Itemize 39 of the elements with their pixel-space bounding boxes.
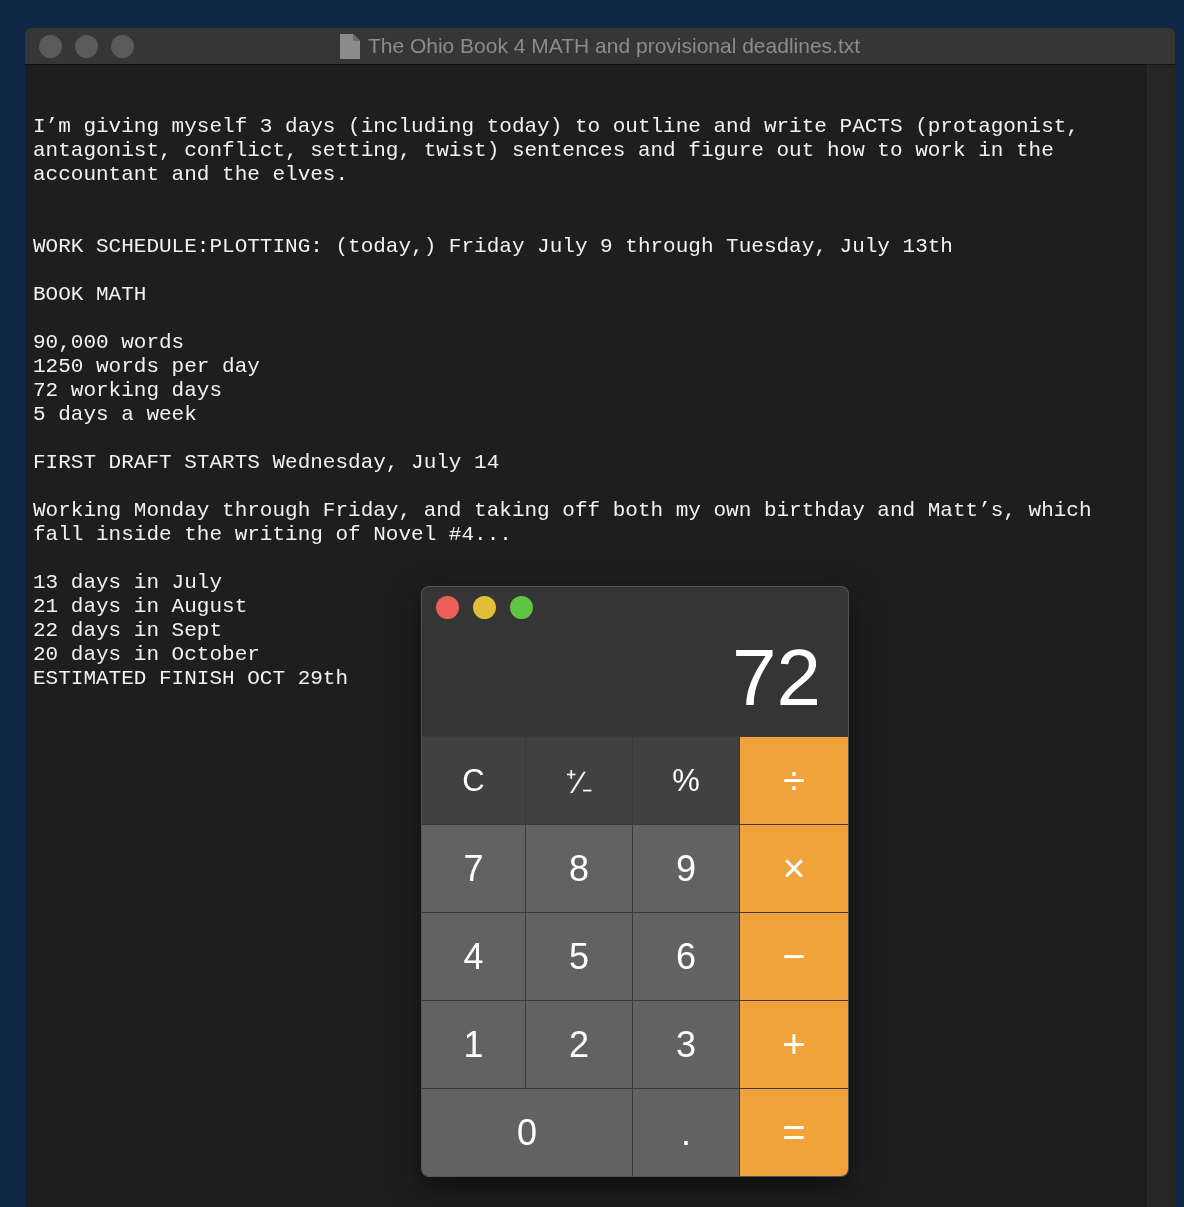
- text-line: 13 days in July: [33, 571, 223, 595]
- function-key[interactable]: C: [422, 737, 525, 824]
- text-line: 90,000 words: [33, 331, 185, 355]
- digit-key[interactable]: 2: [526, 1001, 632, 1088]
- digit-key[interactable]: 4: [422, 913, 525, 1000]
- digit-key[interactable]: 9: [633, 825, 739, 912]
- text-line: 20 days in October: [33, 643, 260, 667]
- text-line: ESTIMATED FINISH OCT 29th: [33, 667, 349, 691]
- document-icon: [339, 33, 360, 59]
- text-line: 5 days a week: [33, 403, 197, 427]
- text-line: 72 working days: [33, 379, 223, 403]
- digit-key[interactable]: .: [633, 1089, 739, 1176]
- scrollbar-track[interactable]: [1147, 65, 1175, 1207]
- text-line: Working Monday through Friday, and taking off both my own birthday and Matt’s, which: [33, 499, 1092, 523]
- text-line: 21 days in August: [33, 595, 248, 619]
- calculator-display: 72: [732, 638, 822, 724]
- text-line: WORK SCHEDULE:PLOTTING: (today,) Friday July 9 through Tuesday, July 13th: [33, 235, 953, 259]
- digit-key[interactable]: 1: [422, 1001, 525, 1088]
- text-line: BOOK MATH: [33, 283, 147, 307]
- digit-key[interactable]: 7: [422, 825, 525, 912]
- text-line: 1250 words per day: [33, 355, 260, 379]
- text-line: 22 days in Sept: [33, 619, 223, 643]
- function-key[interactable]: %: [633, 737, 739, 824]
- close-button[interactable]: [436, 596, 459, 619]
- digit-key[interactable]: 6: [633, 913, 739, 1000]
- text-line: I’m giving myself 3 days (including today) to outline and write PACTS (protagonist,: [33, 115, 1079, 139]
- digit-key[interactable]: 3: [633, 1001, 739, 1088]
- close-button[interactable]: [39, 34, 62, 58]
- text-line: antagonist, conflict, setting, twist) sentences and figure out how to work in the: [33, 139, 1054, 163]
- text-line: accountant and the elves.: [33, 163, 349, 187]
- text-line: fall inside the writing of Novel #4...: [33, 523, 512, 547]
- digit-key[interactable]: 5: [526, 913, 632, 1000]
- zoom-button[interactable]: [510, 596, 533, 619]
- text-line: FIRST DRAFT STARTS Wednesday, July 14: [33, 451, 500, 475]
- minimize-button[interactable]: [473, 596, 496, 619]
- window-title: The Ohio Book 4 MATH and provisional deadlines.txt: [367, 34, 861, 58]
- function-key[interactable]: ⁺∕₋: [526, 737, 632, 824]
- digit-key[interactable]: 0: [422, 1089, 632, 1176]
- digit-key[interactable]: 8: [526, 825, 632, 912]
